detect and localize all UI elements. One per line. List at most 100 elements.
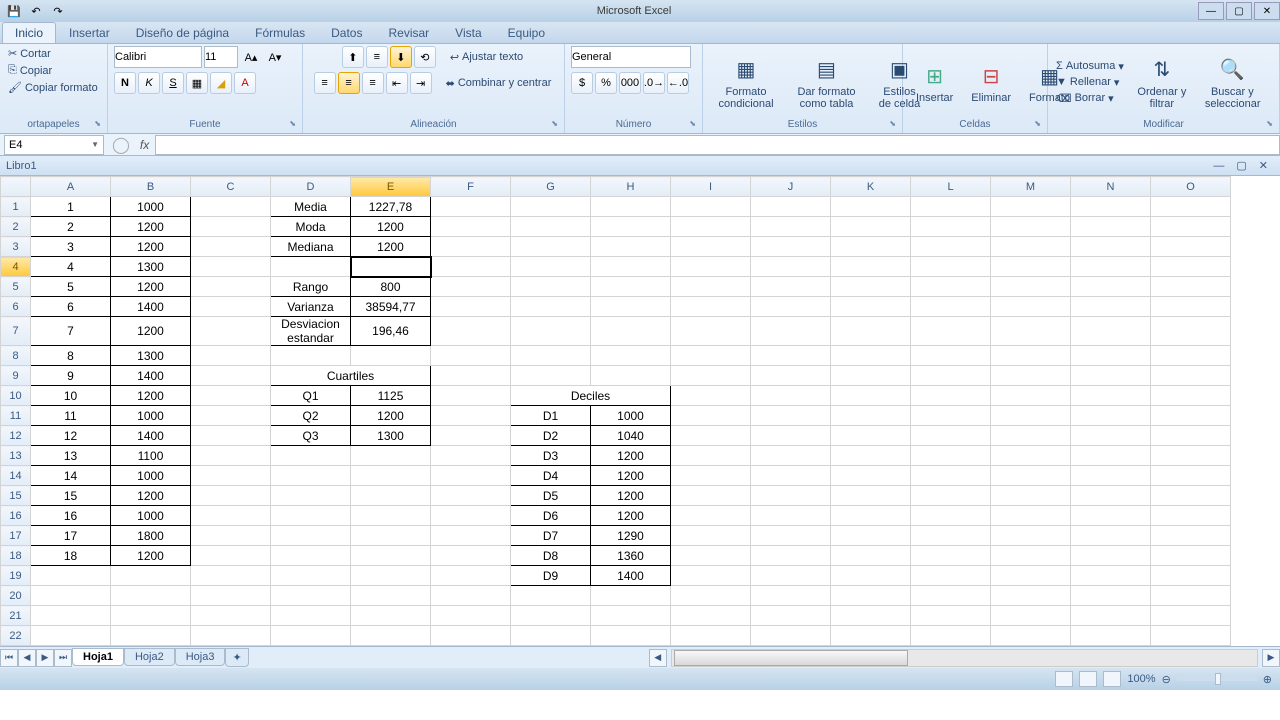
cell-L8[interactable]: [911, 346, 991, 366]
cell-D8[interactable]: [271, 346, 351, 366]
new-sheet-button[interactable]: ✦: [225, 648, 248, 667]
cell-A22[interactable]: [31, 626, 111, 646]
autosum-button[interactable]: ΣAutosuma▾: [1054, 59, 1126, 74]
row-header-3[interactable]: 3: [1, 237, 31, 257]
cell-O1[interactable]: [1151, 197, 1231, 217]
cell-O4[interactable]: [1151, 257, 1231, 277]
delete-cells-button[interactable]: ⊟Eliminar: [964, 57, 1018, 107]
cell-F12[interactable]: [431, 426, 511, 446]
cell-G3[interactable]: [511, 237, 591, 257]
cell-K20[interactable]: [831, 586, 911, 606]
tab-insertar[interactable]: Insertar: [56, 22, 123, 43]
cell-F6[interactable]: [431, 297, 511, 317]
cell-D20[interactable]: [271, 586, 351, 606]
col-header-A[interactable]: A: [31, 177, 111, 197]
cell-K17[interactable]: [831, 526, 911, 546]
cell-N11[interactable]: [1071, 406, 1151, 426]
cell-M5[interactable]: [991, 277, 1071, 297]
cell-C18[interactable]: [191, 546, 271, 566]
cell-L12[interactable]: [911, 426, 991, 446]
col-header-L[interactable]: L: [911, 177, 991, 197]
cell-N15[interactable]: [1071, 486, 1151, 506]
row-header-22[interactable]: 22: [1, 626, 31, 646]
conditional-format-button[interactable]: ▦Formato condicional: [709, 51, 783, 113]
cell-I6[interactable]: [671, 297, 751, 317]
cell-L4[interactable]: [911, 257, 991, 277]
cell-B18[interactable]: 1200: [111, 546, 191, 566]
cell-F7[interactable]: [431, 317, 511, 346]
cell-B2[interactable]: 1200: [111, 217, 191, 237]
cell-C1[interactable]: [191, 197, 271, 217]
cell-I18[interactable]: [671, 546, 751, 566]
cell-J18[interactable]: [751, 546, 831, 566]
wb-minimize-button[interactable]: —: [1213, 160, 1224, 172]
cell-D19[interactable]: [271, 566, 351, 586]
cell-G19[interactable]: D9: [511, 566, 591, 586]
cell-B22[interactable]: [111, 626, 191, 646]
cell-M8[interactable]: [991, 346, 1071, 366]
cell-K16[interactable]: [831, 506, 911, 526]
horizontal-scrollbar[interactable]: [671, 649, 1258, 667]
cell-D17[interactable]: [271, 526, 351, 546]
cell-I4[interactable]: [671, 257, 751, 277]
cell-K21[interactable]: [831, 606, 911, 626]
cell-I5[interactable]: [671, 277, 751, 297]
cell-L20[interactable]: [911, 586, 991, 606]
cell-L15[interactable]: [911, 486, 991, 506]
cell-C20[interactable]: [191, 586, 271, 606]
cell-K12[interactable]: [831, 426, 911, 446]
cell-K14[interactable]: [831, 466, 911, 486]
cell-H21[interactable]: [591, 606, 671, 626]
cell-K3[interactable]: [831, 237, 911, 257]
page-break-view-button[interactable]: [1103, 671, 1121, 687]
cell-I17[interactable]: [671, 526, 751, 546]
cell-D2[interactable]: Moda: [271, 217, 351, 237]
cell-I13[interactable]: [671, 446, 751, 466]
cell-F9[interactable]: [431, 366, 511, 386]
cell-O21[interactable]: [1151, 606, 1231, 626]
format-table-button[interactable]: ▤Dar formato como tabla: [787, 51, 866, 113]
col-header-F[interactable]: F: [431, 177, 511, 197]
cell-G13[interactable]: D3: [511, 446, 591, 466]
cell-F18[interactable]: [431, 546, 511, 566]
wb-close-button[interactable]: ✕: [1259, 160, 1268, 172]
cell-E8[interactable]: [351, 346, 431, 366]
cell-A3[interactable]: 3: [31, 237, 111, 257]
cell-G9[interactable]: [511, 366, 591, 386]
sheet-first-button[interactable]: ⏮: [0, 649, 18, 667]
cell-K1[interactable]: [831, 197, 911, 217]
tab-formulas[interactable]: Fórmulas: [242, 22, 318, 43]
cell-H14[interactable]: 1200: [591, 466, 671, 486]
cell-N16[interactable]: [1071, 506, 1151, 526]
cell-A8[interactable]: 8: [31, 346, 111, 366]
sheet-tab-2[interactable]: Hoja2: [124, 648, 175, 666]
cell-A4[interactable]: 4: [31, 257, 111, 277]
cell-F2[interactable]: [431, 217, 511, 237]
sheet-tab-1[interactable]: Hoja1: [72, 648, 124, 666]
cell-H15[interactable]: 1200: [591, 486, 671, 506]
select-all-corner[interactable]: [1, 177, 31, 197]
cell-N22[interactable]: [1071, 626, 1151, 646]
col-header-K[interactable]: K: [831, 177, 911, 197]
cell-F4[interactable]: [431, 257, 511, 277]
cell-E10[interactable]: 1125: [351, 386, 431, 406]
cell-C8[interactable]: [191, 346, 271, 366]
cell-J7[interactable]: [751, 317, 831, 346]
cell-H20[interactable]: [591, 586, 671, 606]
cell-B12[interactable]: 1400: [111, 426, 191, 446]
cell-C6[interactable]: [191, 297, 271, 317]
cell-N1[interactable]: [1071, 197, 1151, 217]
cell-J21[interactable]: [751, 606, 831, 626]
cell-N20[interactable]: [1071, 586, 1151, 606]
underline-button[interactable]: S: [162, 72, 184, 94]
cell-E17[interactable]: [351, 526, 431, 546]
cell-O13[interactable]: [1151, 446, 1231, 466]
cell-E6[interactable]: 38594,77: [351, 297, 431, 317]
cell-E13[interactable]: [351, 446, 431, 466]
cell-N3[interactable]: [1071, 237, 1151, 257]
cell-B5[interactable]: 1200: [111, 277, 191, 297]
cell-K6[interactable]: [831, 297, 911, 317]
col-header-E[interactable]: E: [351, 177, 431, 197]
cell-J1[interactable]: [751, 197, 831, 217]
cell-C19[interactable]: [191, 566, 271, 586]
